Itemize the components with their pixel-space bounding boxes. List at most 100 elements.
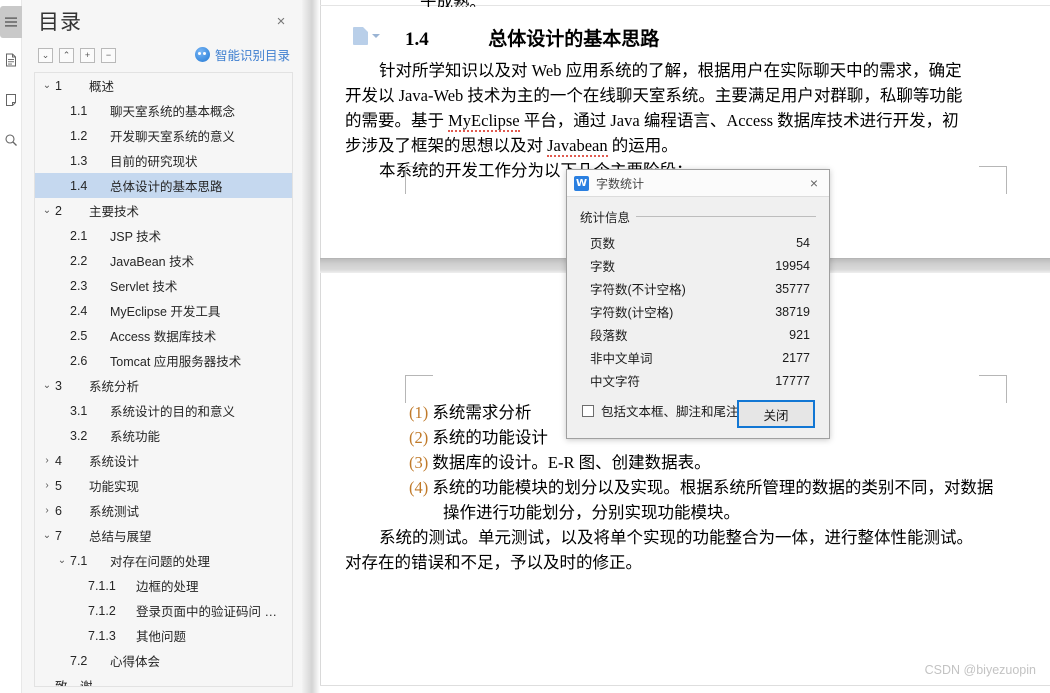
toc-item-label: 系统设计: [89, 455, 140, 469]
section-heading-number: 1.4: [405, 29, 429, 50]
toc-item-label: JSP 技术: [110, 230, 162, 244]
toc-item-number: 3: [55, 378, 62, 393]
toc-item-2-5[interactable]: 2.5 Access 数据库技术: [35, 323, 292, 348]
dialog-titlebar[interactable]: W 字数统计 ×: [567, 170, 829, 197]
toc-item-2-1[interactable]: 2.1 JSP 技术: [35, 223, 292, 248]
rail-search-button[interactable]: [0, 124, 22, 156]
chevron-down-icon[interactable]: ⌄: [39, 530, 55, 541]
close-button[interactable]: 关闭: [737, 400, 815, 428]
collapse-down-button[interactable]: ⌄: [38, 47, 53, 63]
stat-label: 字符数(计空格): [590, 306, 674, 320]
toc-item-5[interactable]: › 5 功能实现: [35, 473, 292, 498]
stat-label: 非中文单词: [590, 352, 653, 366]
smart-recognize-toc-button[interactable]: 智能识别目录: [194, 45, 290, 64]
toc-item-label: 对存在问题的处理: [110, 555, 211, 569]
wps-app-icon: W: [574, 175, 589, 191]
toc-item-label: 边框的处理: [136, 580, 199, 594]
section-style-marker[interactable]: [353, 27, 380, 45]
document-clipped-line: 于成熟。: [420, 0, 820, 7]
toc-item-label: Access 数据库技术: [110, 330, 217, 344]
toc-item-label: 主要技术: [89, 205, 140, 219]
margin-marker-top-left: [405, 166, 433, 194]
statistics-list: 页数 54 字数 19954 字符数(不计空格) 35777 字符数(计空格) 38719 段落…: [580, 231, 816, 392]
chevron-down-icon[interactable]: ⌄: [39, 205, 55, 216]
toc-item-2-6[interactable]: 2.6 Tomcat 应用服务器技术: [35, 348, 292, 373]
stat-value: 54: [796, 235, 810, 250]
toc-tree[interactable]: ⌄ 1 概述 1.1 聊天室系统的基本概念 1.2 开发聊天室系统的意义 1.3 目前的研究现状…: [34, 72, 293, 687]
toc-item-3[interactable]: ⌄ 3 系统分析: [35, 373, 292, 398]
toc-item-4[interactable]: › 4 系统设计: [35, 448, 292, 473]
stat-row: 字符数(计空格) 38719: [580, 300, 816, 323]
toc-item-label: 系统测试: [89, 505, 140, 519]
smart-recognize-label: 智能识别目录: [214, 49, 290, 63]
toc-item-extra-24[interactable]: 致 谢: [35, 673, 292, 686]
stat-value: 2177: [782, 350, 810, 365]
toc-item-7-2[interactable]: 7.2 心得体会: [35, 648, 292, 673]
dialog-body: 统计信息 页数 54 字数 19954 字符数(不计空格) 35777 字符数(计空格) 38…: [567, 197, 829, 420]
toc-item-number: 7.1.1: [88, 578, 116, 593]
chevron-down-icon[interactable]: ⌄: [54, 555, 70, 566]
section-heading: 1.4 总体设计的基本思路: [405, 24, 659, 51]
toc-item-1[interactable]: ⌄ 1 概述: [35, 73, 292, 98]
toc-item-label: 功能实现: [89, 480, 140, 494]
toc-item-1-4[interactable]: 1.4 总体设计的基本思路: [35, 173, 292, 198]
toc-item-1-2[interactable]: 1.2 开发聊天室系统的意义: [35, 123, 292, 148]
paragraph-1-line-4: 步涉及了框架的思想以及对 Javabean 的运用。: [345, 133, 1045, 158]
expand-all-button[interactable]: +: [80, 47, 95, 63]
toc-item-label: 登录页面中的验证码问 …: [136, 605, 277, 619]
toc-item-7[interactable]: ⌄ 7 总结与展望: [35, 523, 292, 548]
chevron-right-icon[interactable]: ›: [39, 505, 55, 516]
document-bottom-edge: [320, 685, 1050, 693]
list-item-number: (4): [409, 478, 429, 497]
toc-item-label: 聊天室系统的基本概念: [110, 105, 236, 119]
toc-item-3-1[interactable]: 3.1 系统设计的目的和意义: [35, 398, 292, 423]
p1l4-a: 步涉及了框架的思想以及对: [345, 136, 548, 155]
rail-document-button[interactable]: [0, 44, 22, 76]
chevron-right-icon[interactable]: ›: [39, 455, 55, 466]
word-count-dialog: W 字数统计 × 统计信息 页数 54 字数 19954 字符数(不计空格) 35777 字…: [566, 169, 830, 439]
toc-item-7-1-1[interactable]: 7.1.1 边框的处理: [35, 573, 292, 598]
chevron-down-icon[interactable]: ⌄: [39, 380, 55, 391]
rail-outline-button[interactable]: [0, 6, 22, 38]
toc-item-number: 1.1: [70, 103, 88, 118]
toc-item-2-4[interactable]: 2.4 MyEclipse 开发工具: [35, 298, 292, 323]
smart-assistant-icon: [194, 47, 210, 62]
toc-item-2-3[interactable]: 2.3 Servlet 技术: [35, 273, 292, 298]
toc-close-icon[interactable]: ×: [272, 12, 290, 30]
spellcheck-myeclipse: MyEclipse: [448, 111, 520, 132]
toc-item-2-2[interactable]: 2.2 JavaBean 技术: [35, 248, 292, 273]
toc-item-1-3[interactable]: 1.3 目前的研究现状: [35, 148, 292, 173]
page-style-icon: [353, 27, 368, 45]
paragraph-1-line-2: 开发以 Java-Web 技术为主的一个在线聊天室系统。主要满足用户对群聊，私聊…: [345, 86, 963, 105]
toc-item-label: Tomcat 应用服务器技术: [110, 355, 242, 369]
closing-line-2: 对存在的错误和不足，予以及时的修正。: [345, 553, 642, 572]
stat-value: 17777: [775, 373, 810, 388]
list-item-number: (2): [409, 428, 429, 447]
collapse-all-button[interactable]: −: [101, 47, 116, 63]
toc-item-1-1[interactable]: 1.1 聊天室系统的基本概念: [35, 98, 292, 123]
toc-item-7-1-3[interactable]: 7.1.3 其他问题: [35, 623, 292, 648]
chevron-right-icon[interactable]: ›: [39, 480, 55, 491]
toc-item-2[interactable]: ⌄ 2 主要技术: [35, 198, 292, 223]
toc-item-3-2[interactable]: 3.2 系统功能: [35, 423, 292, 448]
list-item-text: 系统的功能设计: [432, 428, 548, 447]
toc-item-label: 总体设计的基本思路: [110, 180, 223, 194]
list-item-number: (3): [409, 453, 429, 472]
toc-item-number: 1.3: [70, 153, 88, 168]
stat-label: 中文字符: [590, 375, 641, 389]
watermark: CSDN @biyezuopin: [924, 663, 1036, 677]
toc-item-number: 7.1: [70, 553, 88, 568]
document-icon: [6, 53, 16, 67]
paragraph-1: 针对所学知识以及对 Web 应用系统的了解，根据用户在实际聊天中的需求，确定 开…: [345, 58, 1045, 158]
list-item-text: 系统需求分析: [432, 403, 532, 422]
dialog-footer: 关闭: [567, 390, 829, 438]
collapse-up-button[interactable]: ⌃: [59, 47, 74, 63]
toc-item-7-1-2[interactable]: 7.1.2 登录页面中的验证码问 …: [35, 598, 292, 623]
rail-bookmark-button[interactable]: [0, 84, 22, 116]
toc-item-label: 开发聊天室系统的意义: [110, 130, 236, 144]
dialog-close-icon[interactable]: ×: [803, 173, 825, 193]
toc-item-6[interactable]: › 6 系统测试: [35, 498, 292, 523]
toc-item-7-1[interactable]: ⌄ 7.1 对存在问题的处理: [35, 548, 292, 573]
chevron-down-icon[interactable]: ⌄: [39, 80, 55, 91]
stat-label: 字符数(不计空格): [590, 283, 686, 297]
